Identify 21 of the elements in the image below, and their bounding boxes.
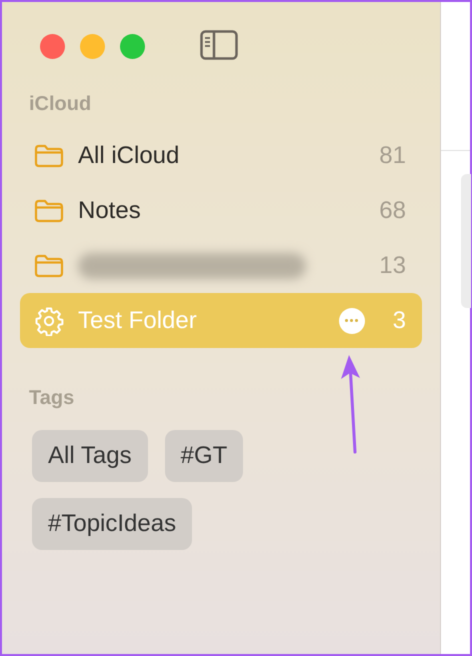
folder-icon [34, 254, 64, 278]
item-count: 3 [392, 306, 406, 336]
folder-row[interactable]: Notes 68 [20, 183, 422, 238]
sidebar-toggle-icon[interactable] [200, 30, 238, 60]
tag-chip[interactable]: #GT [164, 430, 244, 482]
tag-chip[interactable]: #TopicIdeas [32, 498, 192, 550]
more-button[interactable] [338, 308, 365, 334]
item-count: 13 [379, 250, 406, 280]
folder-name: All iCloud [78, 140, 180, 170]
scrollbar[interactable] [461, 174, 471, 308]
section-header: Tags [28, 386, 76, 411]
section-header: iCloud [28, 92, 92, 117]
folder-row[interactable]: All iCloud 81 [20, 128, 422, 183]
folder-icon [34, 144, 64, 168]
item-count: 68 [379, 196, 406, 226]
folder-icon [34, 198, 64, 222]
folder-name: Test Folder [78, 306, 197, 336]
settings-icon [34, 306, 64, 336]
tag-chip[interactable]: All Tags [32, 430, 148, 482]
folder-name: Notes [78, 196, 141, 226]
item-count: 81 [379, 140, 406, 170]
